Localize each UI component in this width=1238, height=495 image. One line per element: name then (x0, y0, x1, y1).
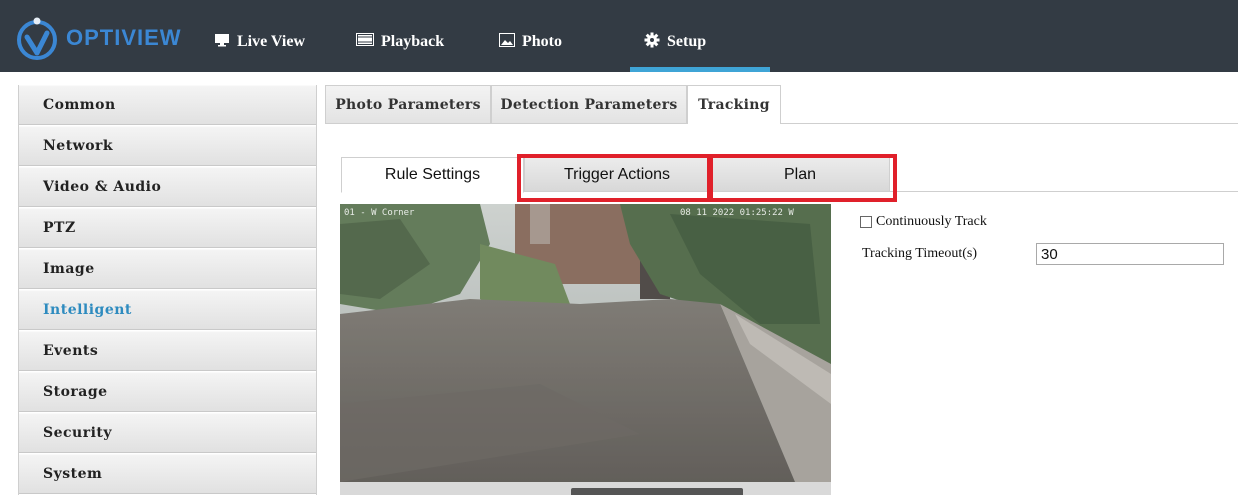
sidebar-item-events[interactable]: Events (19, 331, 316, 371)
tracking-timeout-label: Tracking Timeout(s) (862, 246, 978, 261)
sidebar-item-system[interactable]: System (19, 454, 316, 494)
nav-label: Setup (667, 33, 707, 50)
continuously-track-label: Continuously Track (876, 214, 987, 229)
sidebar-item-network[interactable]: Network (19, 126, 316, 166)
sidebar-item-security[interactable]: Security (19, 413, 316, 453)
tab-photo-parameters[interactable]: Photo Parameters (325, 85, 491, 123)
nav-photo[interactable]: Photo (499, 22, 562, 62)
nav-playback[interactable]: Playback (356, 22, 444, 62)
optiview-logo-icon (17, 17, 57, 60)
continuously-track-row: Continuously Track (860, 213, 987, 231)
gear-icon (644, 32, 660, 53)
sidebar-item-intelligent[interactable]: Intelligent (19, 290, 316, 330)
brand-name: OPTIVIEW (66, 25, 182, 50)
nav-label: Live View (237, 33, 305, 50)
sidebar-item-common[interactable]: Common (19, 85, 316, 125)
film-icon (356, 33, 374, 51)
monitor-icon (214, 33, 230, 52)
sidebar-item-video-audio[interactable]: Video & Audio (19, 167, 316, 207)
tab-plan[interactable]: Plan (710, 157, 890, 192)
intelligent-subtabs: Photo Parameters Detection Parameters Tr… (325, 85, 1238, 124)
live-video-preview[interactable]: 01 - W Corner 08 11 2022 01:25:22 W (340, 204, 831, 482)
top-navigation-bar: OPTIVIEW Live View Playback Photo Setup (0, 0, 1238, 72)
continuously-track-checkbox[interactable] (860, 216, 872, 228)
sidebar-item-image[interactable]: Image (19, 249, 316, 289)
sidebar: Common Network Video & Audio PTZ Image I… (18, 85, 317, 495)
sidebar-item-storage[interactable]: Storage (19, 372, 316, 412)
nav-label: Photo (522, 33, 562, 50)
tab-rule-settings[interactable]: Rule Settings (341, 157, 524, 193)
tracking-timeout-input[interactable] (1036, 243, 1224, 265)
tab-tracking[interactable]: Tracking (687, 85, 781, 124)
sidebar-item-ptz[interactable]: PTZ (19, 208, 316, 248)
nav-label: Playback (381, 33, 445, 50)
nav-live-view[interactable]: Live View (214, 22, 305, 62)
tab-trigger-actions[interactable]: Trigger Actions (524, 157, 710, 192)
tab-detection-parameters[interactable]: Detection Parameters (491, 85, 687, 123)
photo-icon (499, 32, 515, 52)
nav-active-indicator (630, 67, 770, 72)
video-control-bar (340, 482, 831, 495)
video-osd-timestamp: 08 11 2022 01:25:22 W (680, 208, 794, 218)
video-osd-camera-name: 01 - W Corner (344, 208, 415, 218)
nav-setup[interactable]: Setup (644, 22, 706, 62)
video-control-button[interactable] (571, 488, 743, 495)
brand-logo: OPTIVIEW (14, 10, 182, 66)
camera-scene-image (340, 204, 831, 482)
